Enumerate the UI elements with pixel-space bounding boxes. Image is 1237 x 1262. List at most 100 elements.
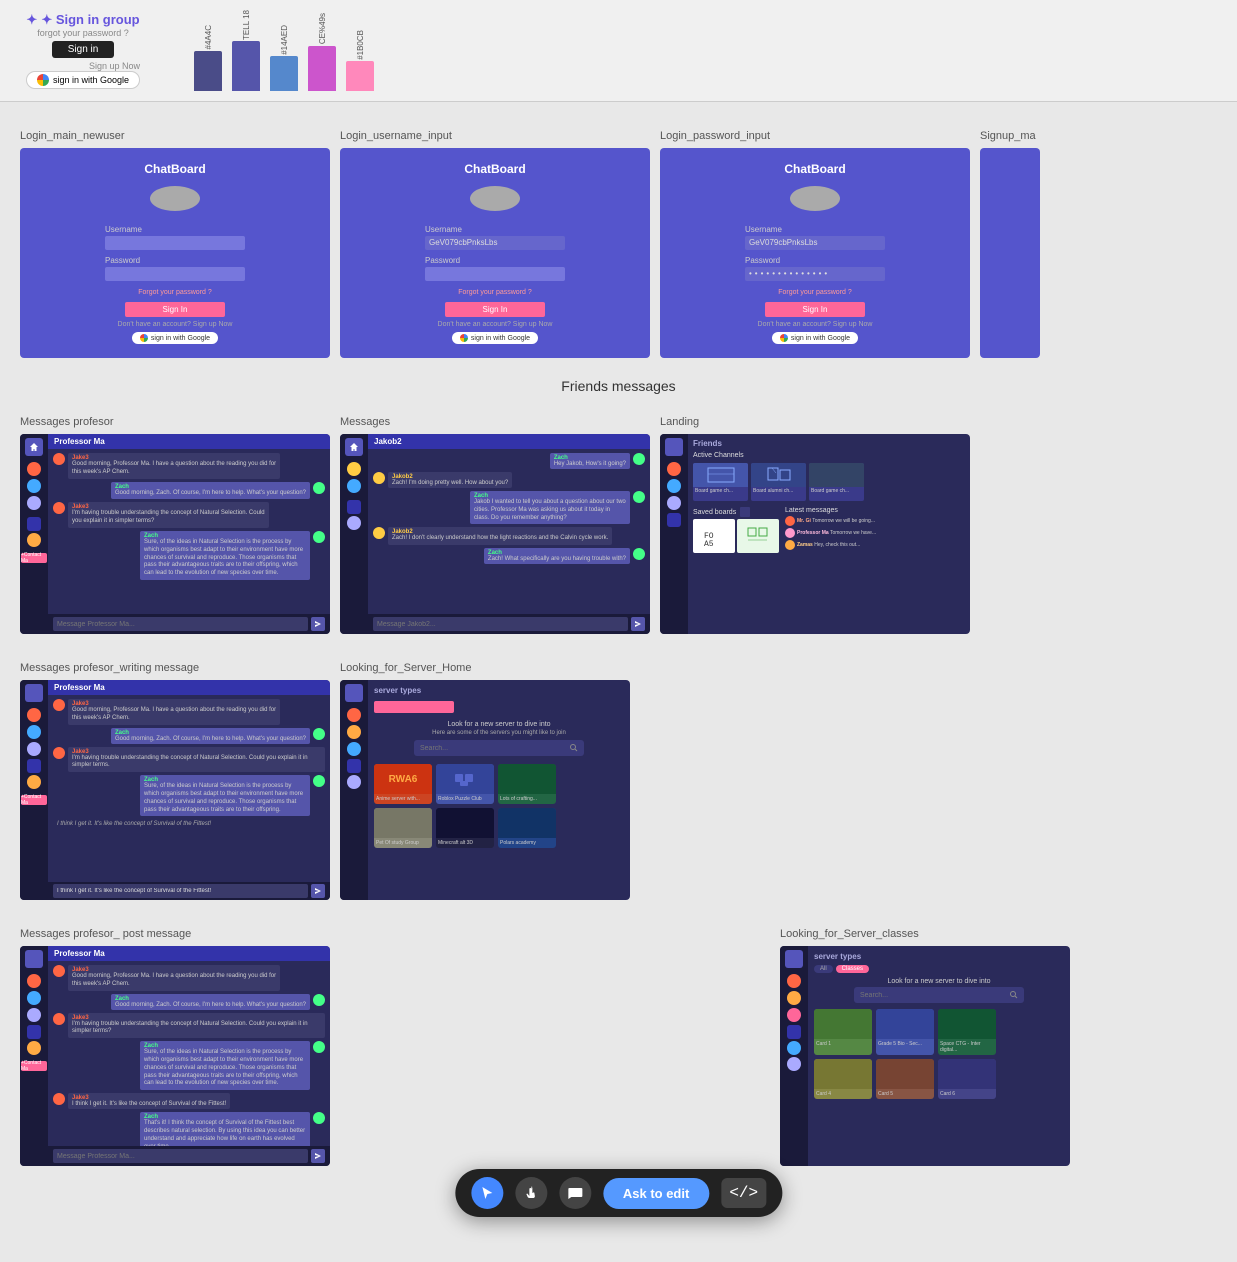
login-username-input-2[interactable]: GeV079cbPnksLbs — [745, 236, 885, 250]
contact-btn[interactable]: +Contact Ma — [21, 553, 47, 563]
server-direct-icon[interactable] — [347, 759, 361, 773]
channel-card-2[interactable]: Board game ch... — [809, 463, 864, 501]
channel-card-1[interactable]: Board alumni ch... — [751, 463, 806, 501]
user-icon-3[interactable] — [27, 496, 41, 510]
server-user-3[interactable] — [347, 742, 361, 756]
google-signin-button[interactable]: sign in with Google — [26, 71, 140, 89]
server-user-2[interactable] — [347, 725, 361, 739]
class-card-2[interactable]: Space CTG - Inter digital... — [938, 1009, 996, 1055]
classes-user-1[interactable] — [787, 974, 801, 988]
cursor-tool-btn[interactable] — [471, 1177, 503, 1209]
class-card-5[interactable]: Card 6 — [938, 1059, 996, 1099]
post-dm-1[interactable] — [27, 1041, 41, 1055]
login-forgot-2[interactable]: Forgot your password ? — [778, 289, 852, 296]
writing-input[interactable] — [53, 884, 308, 898]
server-user-1[interactable] — [347, 708, 361, 722]
user-icon-2[interactable] — [27, 479, 41, 493]
post-send-btn[interactable] — [311, 1149, 325, 1163]
login-username-input-0[interactable] — [105, 236, 245, 250]
server-dm-1[interactable] — [347, 775, 361, 789]
landing-user-2[interactable] — [667, 479, 681, 493]
post-direct-icon[interactable] — [27, 1025, 41, 1039]
server-card-2[interactable]: Lots of crafting... — [498, 764, 556, 804]
saved-board-0[interactable]: FO A5 — [693, 519, 735, 553]
login-password-input-1[interactable] — [425, 267, 565, 281]
writing-user-1[interactable] — [27, 708, 41, 722]
color-tab-4[interactable]: #1B0CB — [342, 30, 378, 92]
pill-1[interactable]: Classes — [836, 965, 869, 973]
landing-user-3[interactable] — [667, 496, 681, 510]
hand-tool-btn[interactable] — [515, 1177, 547, 1209]
writing-send-btn[interactable] — [311, 884, 325, 898]
server-card-3[interactable]: Pet Of study Group — [374, 808, 432, 848]
writing-dm-1[interactable] — [27, 775, 41, 789]
msg-direct-icon[interactable] — [347, 500, 361, 514]
login-password-input-0[interactable] — [105, 267, 245, 281]
home-icon-btn[interactable] — [25, 438, 43, 456]
login-password-input-2[interactable]: •••••••••••••• — [745, 267, 885, 281]
msg-user-2[interactable] — [347, 479, 361, 493]
server-home-btn[interactable] — [345, 684, 363, 702]
msg-user-1[interactable] — [347, 462, 361, 476]
color-tab-0[interactable]: #4A4C — [190, 25, 226, 91]
classes-search-input[interactable] — [860, 992, 1010, 999]
classes-dm-1[interactable] — [787, 1041, 801, 1055]
post-user-1[interactable] — [27, 974, 41, 988]
msg-dm-user[interactable] — [347, 516, 361, 530]
login-google-btn-0[interactable]: sign in with Google — [132, 332, 218, 344]
writing-direct-icon[interactable] — [27, 759, 41, 773]
signup-link[interactable]: Sign up Now — [26, 61, 140, 71]
classes-dm-2[interactable] — [787, 1057, 801, 1071]
login-username-input-1[interactable]: GeV079cbPnksLbs — [425, 236, 565, 250]
landing-direct-icon[interactable] — [667, 513, 681, 527]
code-tool-btn[interactable]: </> — [721, 1178, 766, 1208]
writing-user-3[interactable] — [27, 742, 41, 756]
login-signin-btn-0[interactable]: Sign In — [125, 302, 225, 317]
login-google-btn-2[interactable]: sign in with Google — [772, 332, 858, 344]
server-card-4[interactable]: Minecraft alt 3D — [436, 808, 494, 848]
server-card-1[interactable]: Roblox Puzzle Club — [436, 764, 494, 804]
comment-tool-btn[interactable] — [559, 1177, 591, 1209]
classes-direct-icon[interactable] — [787, 1025, 801, 1039]
post-user-2[interactable] — [27, 991, 41, 1005]
class-card-3[interactable]: Card 4 — [814, 1059, 872, 1099]
post-contact-btn[interactable]: +Contact Ma — [21, 1061, 47, 1071]
post-input[interactable] — [53, 1149, 308, 1163]
login-signin-btn-2[interactable]: Sign In — [765, 302, 865, 317]
server-card-5[interactable]: Polars academy — [498, 808, 556, 848]
writing-home-btn[interactable] — [25, 684, 43, 702]
send-button[interactable] — [311, 617, 325, 631]
writing-contact-btn[interactable]: +Contact Ma — [21, 795, 47, 805]
server-search-input[interactable] — [420, 745, 570, 752]
server-card-0[interactable]: RWA6 Anime server with... — [374, 764, 432, 804]
post-home-btn[interactable] — [25, 950, 43, 968]
messages-input[interactable] — [373, 617, 628, 631]
saved-board-1[interactable] — [737, 519, 779, 553]
landing-home-btn[interactable] — [665, 438, 683, 456]
dm-user-1[interactable] — [27, 533, 41, 547]
class-card-1[interactable]: Grade 5 Bio - Sec... — [876, 1009, 934, 1055]
signin-button[interactable]: Sign in — [52, 41, 115, 58]
login-forgot-0[interactable]: Forgot your password ? — [138, 289, 212, 296]
post-user-3[interactable] — [27, 1008, 41, 1022]
pill-0[interactable]: All — [814, 965, 833, 973]
channel-card-0[interactable]: Board game ch... — [693, 463, 748, 501]
login-signin-btn-1[interactable]: Sign In — [445, 302, 545, 317]
color-tab-1[interactable]: TELL 18 — [228, 10, 264, 92]
classes-home-btn[interactable] — [785, 950, 803, 968]
login-google-btn-1[interactable]: sign in with Google — [452, 332, 538, 344]
messages-send-btn[interactable] — [631, 617, 645, 631]
class-card-4[interactable]: Card 5 — [876, 1059, 934, 1099]
color-tab-3[interactable]: CE%49s — [304, 13, 340, 91]
writing-user-2[interactable] — [27, 725, 41, 739]
home-icon-btn-2[interactable] — [345, 438, 363, 456]
classes-user-3[interactable] — [787, 1008, 801, 1022]
ask-to-edit-button[interactable]: Ask to edit — [603, 1178, 709, 1209]
landing-user-1[interactable] — [667, 462, 681, 476]
login-forgot-1[interactable]: Forgot your password ? — [458, 289, 532, 296]
direct-icon[interactable] — [27, 517, 41, 531]
classes-user-2[interactable] — [787, 991, 801, 1005]
saved-boards-icon[interactable] — [740, 507, 750, 517]
user-icon-1[interactable] — [27, 462, 41, 476]
chat-input[interactable] — [53, 617, 308, 631]
